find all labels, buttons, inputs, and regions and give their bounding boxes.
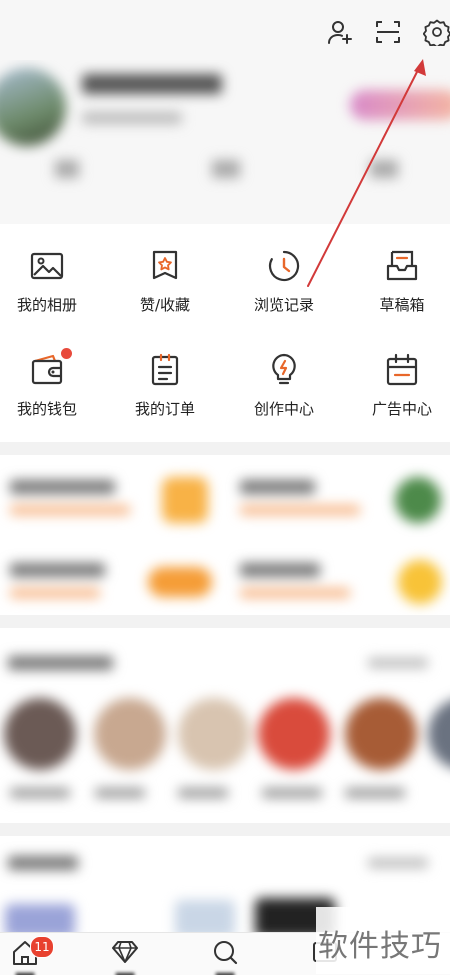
hot-avatar-3[interactable] (178, 698, 250, 770)
tab-search[interactable]: ▇▇ (195, 939, 255, 975)
feature-title-3 (10, 563, 105, 577)
hot-blurred-content (0, 628, 450, 823)
watermark: 软件技巧 (316, 907, 450, 974)
grid-label-album: 我的相册 (16, 296, 77, 314)
diamond-icon (112, 941, 138, 963)
user-info-blur (82, 112, 182, 124)
tab-search-label-blur: ▇▇ (195, 971, 255, 975)
feature-sub-4 (240, 588, 350, 598)
hot-title (8, 656, 113, 670)
grid-item-ads[interactable]: 广告中心 (346, 352, 450, 448)
tab-home-badge: 11 (30, 936, 54, 958)
tab-discover[interactable]: ▇▇ (95, 939, 155, 975)
grid-item-drafts[interactable]: 草稿箱 (346, 248, 450, 344)
hot-name-1 (10, 788, 70, 798)
feature-sub-3 (10, 588, 100, 598)
avatar[interactable] (0, 68, 66, 146)
function-grid: 我的相册 赞/收藏 浏览记录 草稿箱 我的钱包 我的订单 创作中心 广告中心 (0, 224, 450, 442)
hot-name-3 (178, 788, 228, 798)
feature-title-2 (240, 480, 315, 494)
hot-avatar-5[interactable] (345, 698, 417, 770)
grid-label-wallet: 我的钱包 (16, 400, 77, 418)
grid-label-history: 浏览记录 (253, 296, 314, 314)
hot-avatar-2[interactable] (94, 698, 166, 770)
scan-icon[interactable] (374, 18, 402, 46)
add-user-icon[interactable] (326, 18, 354, 46)
hot-more-link[interactable] (368, 658, 428, 668)
search-icon (214, 941, 238, 965)
hot-avatar-4[interactable] (258, 698, 330, 770)
more-title (8, 856, 78, 870)
grid-label-likes: 赞/收藏 (139, 296, 191, 314)
hot-name-5 (345, 788, 405, 798)
grid-label-ads: 广告中心 (371, 400, 432, 418)
hot-avatar-1[interactable] (4, 698, 76, 770)
stat-blur-3 (370, 160, 398, 178)
notification-dot (61, 348, 72, 359)
history-clock-icon (268, 250, 300, 282)
watermark-text: 软件技巧 (318, 929, 442, 964)
tab-home-label-blur: ▇▇ (0, 971, 55, 975)
more-link[interactable] (368, 858, 428, 868)
tab-discover-label-blur: ▇▇ (95, 971, 155, 975)
hot-section (0, 628, 450, 823)
ad-calendar-icon (386, 353, 418, 386)
grid-item-creator[interactable]: 创作中心 (228, 352, 340, 448)
like-bookmark-icon (152, 250, 178, 280)
drafts-tray-icon (386, 250, 418, 281)
feature-card (0, 455, 450, 615)
wallet-icon (31, 354, 63, 385)
grid-item-orders[interactable]: 我的订单 (109, 352, 221, 448)
more-thumb-2[interactable] (175, 900, 235, 936)
feature-image-3[interactable] (148, 567, 212, 597)
stat-blur-1 (55, 160, 79, 178)
feature-sub-1 (10, 505, 130, 515)
profile-header[interactable] (0, 60, 450, 225)
profile-blurred-content (0, 60, 450, 225)
feature-image-4[interactable] (398, 560, 442, 604)
feature-blurred-content (0, 455, 450, 615)
grid-label-creator: 创作中心 (253, 400, 314, 418)
grid-item-wallet[interactable]: 我的钱包 (0, 348, 103, 448)
stat-blur-2 (212, 160, 240, 178)
feature-image-1[interactable] (162, 477, 208, 523)
hot-name-2 (95, 788, 145, 798)
order-list-icon (151, 353, 179, 386)
feature-title-1 (10, 480, 115, 494)
top-bar (0, 0, 450, 64)
grid-item-history[interactable]: 浏览记录 (228, 248, 340, 344)
hot-avatar-6[interactable] (428, 698, 450, 770)
feature-image-2[interactable] (395, 477, 441, 523)
hot-name-4 (262, 788, 322, 798)
feature-sub-2 (240, 505, 360, 515)
grid-label-drafts: 草稿箱 (379, 296, 425, 314)
photo-album-icon (30, 252, 64, 280)
grid-item-album[interactable]: 我的相册 (0, 248, 103, 344)
vip-banner-blur[interactable] (350, 90, 450, 120)
grid-item-likes[interactable]: 赞/收藏 (109, 248, 221, 344)
gear-icon[interactable] (423, 18, 450, 46)
grid-label-orders: 我的订单 (134, 400, 195, 418)
username-blur (82, 74, 222, 94)
creator-bulb-icon (272, 353, 296, 385)
feature-title-4 (240, 563, 320, 577)
